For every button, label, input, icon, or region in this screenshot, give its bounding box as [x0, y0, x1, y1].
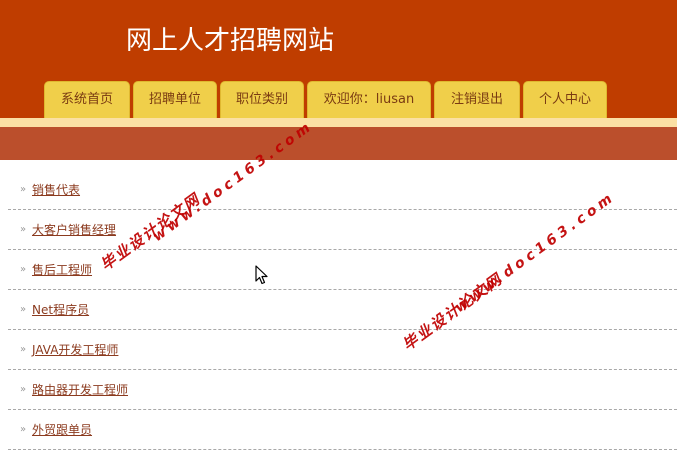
double-chevron-icon: » [20, 264, 27, 275]
nav-tab-welcome-user[interactable]: 欢迎你：liusan [307, 81, 431, 118]
double-chevron-icon: » [20, 344, 27, 355]
site-header: 网上人才招聘网站 系统首页 招聘单位 职位类别 欢迎你：liusan 注销退出 … [0, 0, 677, 118]
site-title: 网上人才招聘网站 [126, 26, 335, 56]
list-item: » 售后工程师 [8, 250, 677, 290]
main-nav: 系统首页 招聘单位 职位类别 欢迎你：liusan 注销退出 个人中心 [44, 81, 607, 118]
double-chevron-icon: » [20, 184, 27, 195]
list-item: » JAVA开发工程师 [8, 330, 677, 370]
job-link[interactable]: 外贸跟单员 [32, 421, 92, 438]
nav-tab-logout[interactable]: 注销退出 [434, 81, 520, 118]
job-link[interactable]: 售后工程师 [32, 261, 92, 278]
list-item: » 大客户销售经理 [8, 210, 677, 250]
job-link[interactable]: 路由器开发工程师 [32, 381, 128, 398]
double-chevron-icon: » [20, 304, 27, 315]
section-bar [0, 127, 677, 160]
double-chevron-icon: » [20, 224, 27, 235]
job-link[interactable]: 销售代表 [32, 181, 80, 198]
job-link[interactable]: Net程序员 [32, 301, 89, 318]
list-item: » 路由器开发工程师 [8, 370, 677, 410]
list-item: » Net程序员 [8, 290, 677, 330]
double-chevron-icon: » [20, 424, 27, 435]
list-item: » 销售代表 [8, 170, 677, 210]
nav-tab-user-center[interactable]: 个人中心 [523, 81, 607, 118]
nav-tab-home[interactable]: 系统首页 [44, 81, 130, 118]
double-chevron-icon: » [20, 384, 27, 395]
header-divider [0, 118, 677, 127]
job-list: » 销售代表 » 大客户销售经理 » 售后工程师 » Net程序员 » JAVA… [8, 170, 677, 450]
nav-tab-job-categories[interactable]: 职位类别 [220, 81, 304, 118]
job-link[interactable]: JAVA开发工程师 [32, 341, 118, 358]
list-item: » 外贸跟单员 [8, 410, 677, 450]
mouse-cursor-icon [255, 265, 268, 285]
nav-tab-companies[interactable]: 招聘单位 [133, 81, 217, 118]
job-link[interactable]: 大客户销售经理 [32, 221, 116, 238]
